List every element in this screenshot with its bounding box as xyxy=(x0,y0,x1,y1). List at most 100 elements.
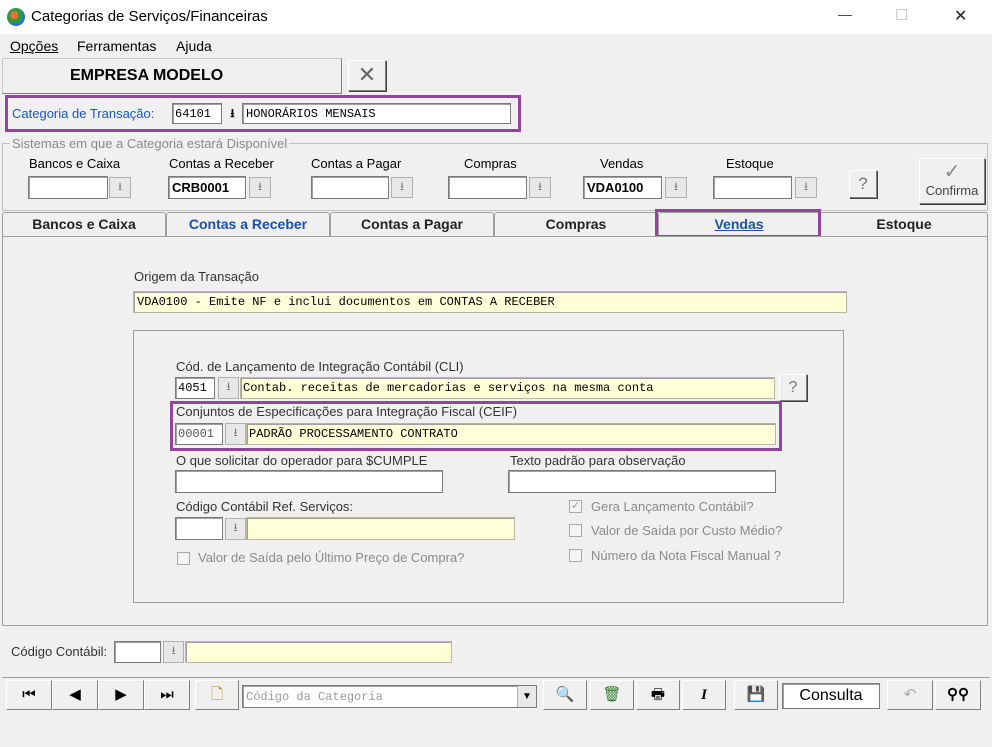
prev-icon: ◀ xyxy=(69,686,81,703)
last-record-button[interactable]: ⏭ xyxy=(144,680,190,710)
download-arrow-icon: ⭳ xyxy=(230,106,235,120)
systems-help-button[interactable]: ? xyxy=(849,170,877,198)
texto-label: Texto padrão para observação xyxy=(510,453,686,468)
question-icon: ? xyxy=(858,174,868,193)
estoque-label: Estoque xyxy=(726,156,774,171)
download-arrow-icon: ⭳ xyxy=(674,181,678,193)
app-icon xyxy=(7,8,25,26)
tab-compras[interactable]: Compras xyxy=(494,212,658,236)
receber-input[interactable]: CRB0001 xyxy=(168,176,246,199)
cli-code-input[interactable]: 4051 xyxy=(175,377,215,399)
combo-dropdown-arrow[interactable]: ▼ xyxy=(517,686,536,707)
find-button[interactable]: ⚲⚲ xyxy=(935,680,981,710)
origem-value: VDA0100 - Emite NF e inclui documentos e… xyxy=(133,291,847,313)
download-arrow-icon: ⭳ xyxy=(118,181,122,193)
pagar-label: Contas a Pagar xyxy=(311,156,402,171)
close-button[interactable]: ✕ xyxy=(954,6,967,26)
gera-lancamento-checkbox[interactable]: ✓ xyxy=(569,500,582,513)
codcont-description xyxy=(246,517,515,540)
next-record-button[interactable]: ▶ xyxy=(98,680,144,710)
transaction-code-input[interactable]: 64101 xyxy=(172,103,222,124)
download-arrow-icon: ⭳ xyxy=(804,181,808,193)
codigo-contabil-dropdown-button[interactable]: ⭳ xyxy=(163,641,184,663)
menu-ajuda[interactable]: Ajuda xyxy=(176,38,212,54)
italic-button[interactable]: I xyxy=(682,680,726,710)
undo-icon: ↶ xyxy=(903,686,917,703)
search-button[interactable]: 🔍 xyxy=(543,680,587,710)
estoque-dropdown-button[interactable]: ⭳ xyxy=(795,177,817,198)
compras-input[interactable] xyxy=(448,176,527,199)
minimize-button[interactable]: — xyxy=(838,6,852,22)
delete-button[interactable]: 🗑 xyxy=(590,680,634,710)
download-arrow-icon: ⭳ xyxy=(258,181,262,193)
bancos-dropdown-button[interactable]: ⭳ xyxy=(109,177,131,198)
texto-input[interactable] xyxy=(508,470,776,493)
codcont-label: Código Contábil Ref. Serviços: xyxy=(176,499,354,514)
compras-dropdown-button[interactable]: ⭳ xyxy=(529,177,551,198)
receber-dropdown-button[interactable]: ⭳ xyxy=(249,177,271,198)
menu-opcoes[interactable]: Opções xyxy=(10,38,58,54)
tab-pagar[interactable]: Contas a Pagar xyxy=(330,212,494,236)
codigo-contabil-description xyxy=(185,641,452,663)
menu-ferramentas[interactable]: Ferramentas xyxy=(77,38,156,54)
category-search-combo[interactable]: Código da Categoria ▼ xyxy=(242,685,537,708)
first-record-button[interactable]: ⏮ xyxy=(6,680,52,710)
systems-group-label: Sistemas em que a Categoria estará Dispo… xyxy=(10,136,290,151)
ultimo-preco-checkbox[interactable] xyxy=(177,552,190,565)
search-document-icon: 🔍 xyxy=(555,686,575,703)
codcont-dropdown-button[interactable]: ⭳ xyxy=(225,518,246,540)
compras-label: Compras xyxy=(464,156,517,171)
estoque-input[interactable] xyxy=(713,176,792,199)
custo-medio-checkbox[interactable] xyxy=(569,524,582,537)
window-title: Categorias de Serviços/Financeiras xyxy=(31,8,268,25)
trash-icon: 🗑 xyxy=(602,686,622,703)
new-document-icon: 🗋 xyxy=(210,686,224,703)
tab-estoque[interactable]: Estoque xyxy=(820,212,988,236)
codigo-contabil-label: Código Contábil: xyxy=(11,644,108,659)
custo-medio-label: Valor de Saída por Custo Médio? xyxy=(591,523,783,538)
confirm-label: Confirma xyxy=(925,183,979,198)
pagar-input[interactable] xyxy=(311,176,389,199)
solicitar-input[interactable] xyxy=(175,470,443,493)
vendas-dropdown-button[interactable]: ⭳ xyxy=(665,177,687,198)
maximize-button[interactable]: ☐ xyxy=(895,6,908,24)
receber-label: Contas a Receber xyxy=(169,156,274,171)
next-icon: ▶ xyxy=(115,686,127,703)
undo-button[interactable]: ↶ xyxy=(887,680,933,710)
cli-label: Cód. de Lançamento de Integração Contábi… xyxy=(176,359,464,374)
new-record-button[interactable]: 🗋 xyxy=(195,680,239,710)
cli-dropdown-button[interactable]: ⭳ xyxy=(218,377,239,399)
skip-first-icon: ⏮ xyxy=(22,686,36,703)
cli-description: Contab. receitas de mercadorias e serviç… xyxy=(240,377,775,399)
nf-manual-checkbox[interactable] xyxy=(569,549,582,562)
tab-bancos[interactable]: Bancos e Caixa xyxy=(2,212,166,236)
confirm-button[interactable]: ✓ Confirma xyxy=(919,158,985,204)
previous-record-button[interactable]: ◀ xyxy=(52,680,98,710)
category-search-input[interactable]: Código da Categoria xyxy=(246,690,383,704)
transaction-lookup-button[interactable]: ⭳ xyxy=(224,103,241,124)
save-button[interactable]: 💾 xyxy=(734,680,778,710)
codigo-contabil-input[interactable] xyxy=(114,641,161,663)
consulta-status: Consulta xyxy=(782,683,880,709)
codcont-input[interactable] xyxy=(175,517,223,540)
bancos-label: Bancos e Caixa xyxy=(29,156,121,171)
cli-help-button[interactable]: ? xyxy=(779,374,807,401)
tab-receber[interactable]: Contas a Receber xyxy=(166,212,330,236)
ceif-highlight xyxy=(170,401,782,451)
transaction-label: Categoria de Transação: xyxy=(12,106,155,121)
pagar-dropdown-button[interactable]: ⭳ xyxy=(391,177,413,198)
bancos-input[interactable] xyxy=(28,176,108,199)
checkmark-icon: ✓ xyxy=(943,161,961,183)
download-arrow-icon: ⭳ xyxy=(171,645,176,657)
skip-last-icon: ⏭ xyxy=(160,686,174,703)
vendas-tab-highlight xyxy=(655,209,821,238)
printer-icon: 🖶 xyxy=(650,686,666,703)
solicitar-label: O que solicitar do operador para $CUMPLE xyxy=(176,453,428,468)
italic-icon: I xyxy=(701,687,707,703)
cancel-button[interactable]: ✕ xyxy=(348,60,386,91)
question-icon: ? xyxy=(788,379,798,396)
download-arrow-icon: ⭳ xyxy=(538,181,542,193)
vendas-input[interactable]: VDA0100 xyxy=(583,176,662,199)
download-arrow-icon: ⭳ xyxy=(400,181,404,193)
print-button[interactable]: 🖶 xyxy=(636,680,680,710)
